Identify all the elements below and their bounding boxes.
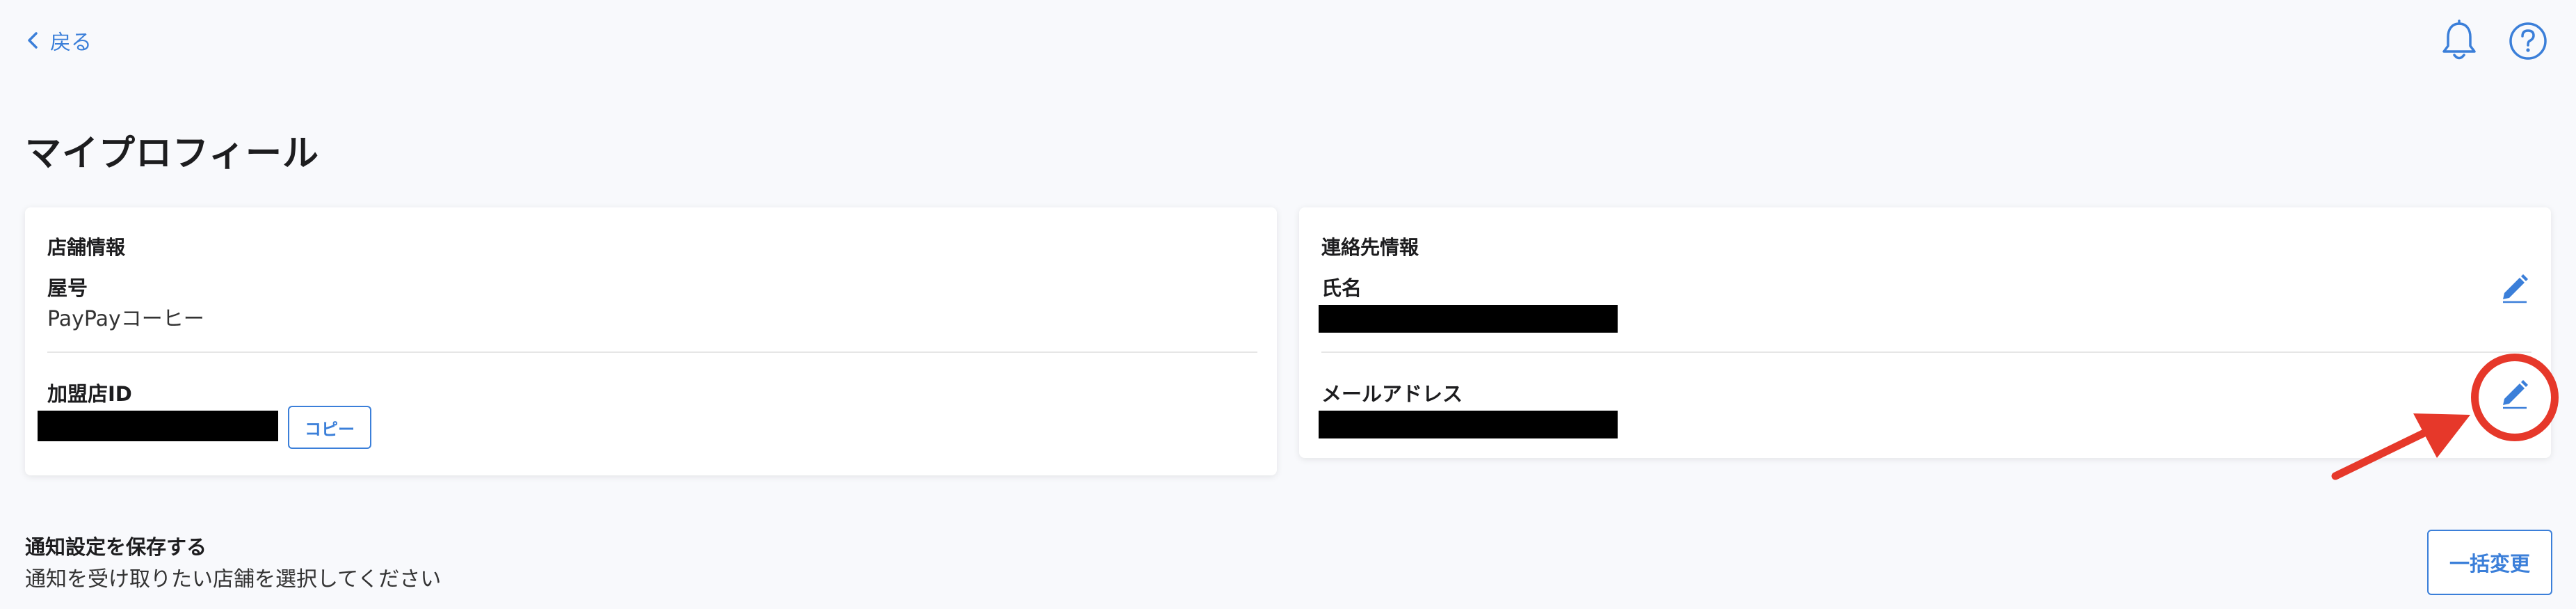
contact-info-title: 連絡先情報: [1321, 236, 1419, 259]
bell-icon[interactable]: [2440, 19, 2479, 63]
back-link[interactable]: 戻る: [25, 25, 92, 56]
notification-title: 通知設定を保存する: [25, 535, 207, 559]
shop-name-value: PayPayコーヒー: [47, 307, 204, 331]
name-label: 氏名: [1321, 276, 1362, 300]
chevron-left-icon: [28, 32, 38, 49]
page-title: マイプロフィール: [25, 133, 319, 175]
copy-button[interactable]: コピー: [288, 406, 371, 449]
notification-description: 通知を受け取りたい店舗を選択してください: [25, 567, 442, 592]
annotation-arrow-icon: [2331, 413, 2470, 480]
back-label: 戻る: [50, 31, 92, 55]
question-circle-icon[interactable]: [2508, 21, 2548, 61]
email-redacted: [1319, 411, 1618, 438]
store-info-card: 店舗情報 屋号 PayPayコーヒー 加盟店ID コピー: [25, 207, 1277, 475]
divider: [1321, 351, 2531, 353]
merchant-id-label: 加盟店ID: [47, 382, 132, 406]
edit-name-pencil-icon[interactable]: [2497, 271, 2531, 305]
shop-name-label: 屋号: [47, 276, 88, 300]
divider: [47, 351, 1257, 353]
highlight-circle: [2471, 354, 2559, 441]
bulk-change-button[interactable]: 一括変更: [2427, 530, 2552, 595]
store-info-title: 店舗情報: [47, 236, 126, 259]
email-label: メールアドレス: [1321, 382, 1463, 406]
merchant-id-redacted: [38, 411, 278, 441]
name-redacted: [1319, 305, 1618, 333]
